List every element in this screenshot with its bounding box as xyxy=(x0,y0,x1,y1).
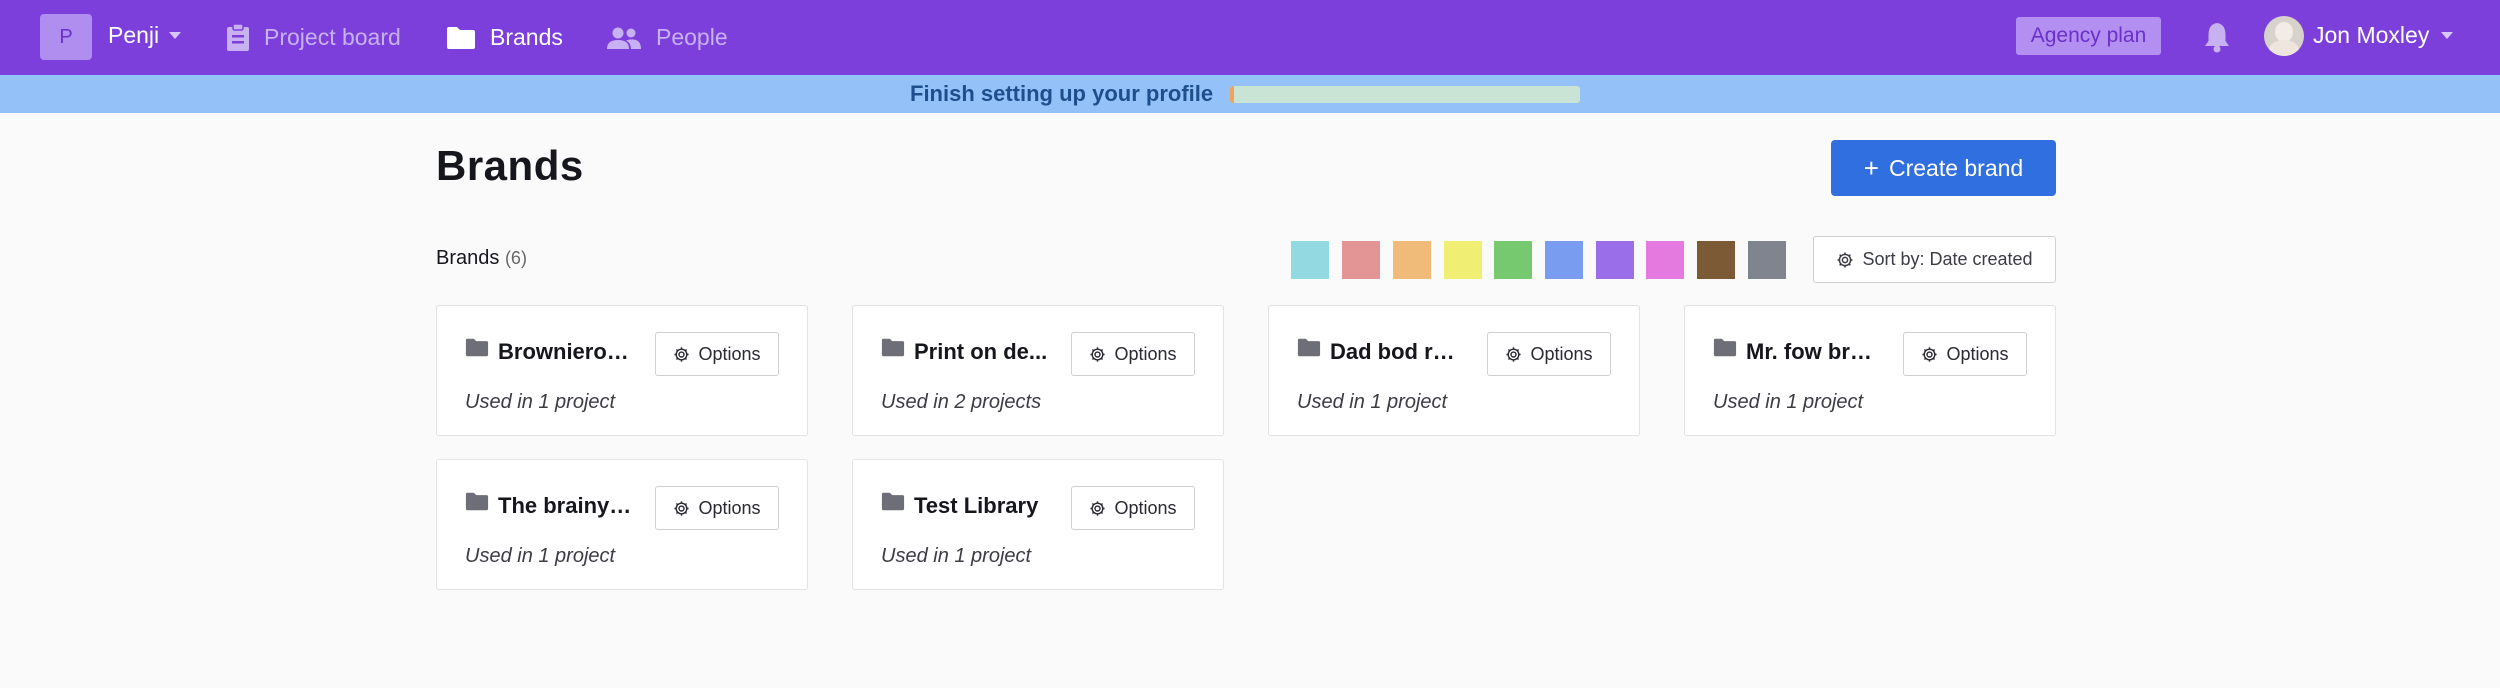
brand-options-button[interactable]: Options xyxy=(1487,332,1611,376)
options-label: Options xyxy=(1946,343,2009,364)
brand-usage: Used in 1 project xyxy=(1713,391,1864,413)
sort-label: Sort by: Date created xyxy=(1862,249,2033,269)
brand-card[interactable]: The brainy b... Options Used in 1 project xyxy=(436,459,808,590)
brands-count: (6) xyxy=(504,248,527,268)
brand-options-button[interactable]: Options xyxy=(1071,486,1195,530)
profile-setup-banner[interactable]: Finish setting up your profile xyxy=(0,75,2500,113)
options-label: Options xyxy=(698,497,761,518)
folder-icon xyxy=(1713,338,1737,362)
page-title: Brands xyxy=(436,142,584,189)
nav-project-board[interactable]: Project board xyxy=(226,0,401,75)
profile-progress-bar xyxy=(1230,86,1580,103)
folder-icon xyxy=(1297,338,1321,362)
brand-usage: Used in 1 project xyxy=(465,545,616,567)
gear-icon xyxy=(1921,346,1946,363)
brand-card[interactable]: Test Library Options Used in 1 project xyxy=(852,459,1224,590)
brand-card[interactable]: Dad bod run... Options Used in 1 project xyxy=(1268,305,1640,436)
brands-count-label: Brands (6) xyxy=(436,247,527,270)
folder-icon xyxy=(447,26,475,49)
nav-project-board-label: Project board xyxy=(264,24,401,50)
brand-name[interactable]: Mr. fow bran... xyxy=(1746,339,1883,365)
options-label: Options xyxy=(1114,497,1177,518)
color-swatch[interactable] xyxy=(1646,241,1684,279)
nav-brands-label: Brands xyxy=(490,24,563,50)
top-nav: P Penji Project board Brands People Agen… xyxy=(0,0,2500,75)
bell-icon[interactable] xyxy=(2203,21,2231,53)
gear-icon xyxy=(1089,346,1114,363)
profile-progress-fill xyxy=(1230,86,1234,103)
nav-people-label: People xyxy=(656,24,728,50)
brand-name[interactable]: Test Library xyxy=(914,493,1051,519)
avatar-head-shape xyxy=(2275,22,2293,42)
workspace-avatar[interactable]: P xyxy=(40,14,92,60)
gear-icon xyxy=(1089,500,1114,517)
create-brand-label: Create brand xyxy=(1888,154,2024,181)
agency-plan-badge[interactable]: Agency plan xyxy=(2016,17,2161,55)
brand-options-button[interactable]: Options xyxy=(1071,332,1195,376)
user-name[interactable]: Jon Moxley xyxy=(2313,22,2429,49)
gear-icon xyxy=(673,500,698,517)
color-swatch[interactable] xyxy=(1494,241,1532,279)
brand-usage: Used in 2 projects xyxy=(881,391,1042,413)
user-menu-caret-icon[interactable] xyxy=(2441,32,2453,39)
brand-usage: Used in 1 project xyxy=(881,545,1032,567)
workspace-caret-icon[interactable] xyxy=(169,32,181,39)
nav-brands[interactable]: Brands xyxy=(446,0,563,75)
color-swatch[interactable] xyxy=(1596,241,1634,279)
gear-icon xyxy=(1505,346,1530,363)
options-label: Options xyxy=(698,343,761,364)
people-icon xyxy=(607,27,641,49)
color-swatch[interactable] xyxy=(1444,241,1482,279)
color-swatch[interactable] xyxy=(1748,241,1786,279)
brand-name[interactable]: Dad bod run... xyxy=(1330,339,1467,365)
color-swatch[interactable] xyxy=(1342,241,1380,279)
brand-name[interactable]: The brainy b... xyxy=(498,493,635,519)
brand-options-button[interactable]: Options xyxy=(655,332,779,376)
brand-name[interactable]: Brownierou... xyxy=(498,339,635,365)
avatar-body-shape xyxy=(2269,40,2299,56)
color-swatch[interactable] xyxy=(1393,241,1431,279)
plus-icon: + xyxy=(1863,152,1879,183)
nav-people[interactable]: People xyxy=(606,0,728,75)
brand-name[interactable]: Print on de... xyxy=(914,339,1051,365)
gear-icon xyxy=(673,346,698,363)
brand-options-button[interactable]: Options xyxy=(655,486,779,530)
brands-list-label: Brands xyxy=(436,247,500,269)
brand-card[interactable]: Mr. fow bran... Options Used in 1 project xyxy=(1684,305,2056,436)
clipboard-icon xyxy=(227,23,249,51)
brand-card[interactable]: Brownierou... Options Used in 1 project xyxy=(436,305,808,436)
color-swatch[interactable] xyxy=(1697,241,1735,279)
options-label: Options xyxy=(1530,343,1593,364)
brand-usage: Used in 1 project xyxy=(465,391,616,413)
brand-card[interactable]: Print on de... Options Used in 2 projects xyxy=(852,305,1224,436)
create-brand-button[interactable]: + Create brand xyxy=(1831,140,2056,196)
folder-icon xyxy=(881,338,905,362)
banner-text: Finish setting up your profile xyxy=(910,81,1214,106)
brand-options-button[interactable]: Options xyxy=(1903,332,2027,376)
workspace-name[interactable]: Penji xyxy=(108,22,159,49)
options-label: Options xyxy=(1114,343,1177,364)
user-avatar[interactable] xyxy=(2264,16,2304,56)
sort-button[interactable]: Sort by: Date created xyxy=(1813,236,2056,283)
color-swatch[interactable] xyxy=(1291,241,1329,279)
folder-icon xyxy=(881,492,905,516)
brand-usage: Used in 1 project xyxy=(1297,391,1448,413)
folder-icon xyxy=(465,492,489,516)
gear-icon xyxy=(1837,252,1853,267)
color-swatch[interactable] xyxy=(1545,241,1583,279)
folder-icon xyxy=(465,338,489,362)
